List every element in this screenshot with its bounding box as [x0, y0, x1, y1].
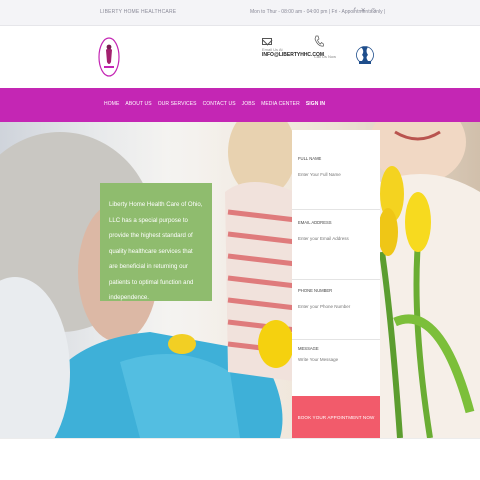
phone-input[interactable] — [298, 304, 378, 309]
full-name-input[interactable] — [298, 172, 378, 177]
twitter-icon[interactable]: ✕ — [361, 7, 366, 15]
message-label: MESSAGE — [298, 346, 319, 351]
envelope-icon — [262, 38, 272, 45]
site-header: Email Us At INFO@LIBERTYHHC.COM Call Us … — [0, 26, 480, 88]
top-brand-name: LIBERTY HOME HEALTHCARE — [100, 9, 177, 15]
phone-icon — [314, 35, 324, 47]
nav-item-about-us[interactable]: ABOUT US — [125, 101, 151, 107]
email-group: EMAIL ADDRESS — [292, 210, 380, 280]
email-address-label: EMAIL ADDRESS — [298, 220, 332, 225]
phone-number-label: PHONE NUMBER — [298, 288, 333, 293]
full-name-label: FULL NAME — [298, 156, 322, 161]
appointment-form: FULL NAME EMAIL ADDRESS PHONE NUMBER MES… — [292, 130, 380, 438]
call-contact[interactable]: Call Us Now — [314, 34, 354, 59]
liberty-logo[interactable] — [98, 36, 120, 78]
nav-item-home[interactable]: HOME — [104, 101, 119, 107]
top-bar: LIBERTY HOME HEALTHCARE Mon to Thur - 08… — [0, 0, 480, 26]
mission-statement-text: Liberty Home Health Care of Ohio, LLC ha… — [109, 201, 203, 301]
instagram-icon[interactable]: ◎ — [371, 7, 376, 15]
main-nav: HOME ABOUT US OUR SERVICES CONTACT US JO… — [0, 88, 480, 122]
email-input[interactable] — [298, 236, 378, 241]
book-appointment-button[interactable]: BOOK YOUR APPOINTMENT NOW — [292, 396, 380, 438]
facebook-icon[interactable]: f — [354, 7, 356, 15]
accreditation-badge — [356, 46, 374, 64]
hero-photo — [0, 122, 480, 438]
nav-item-sign-in[interactable]: SIGN IN — [306, 101, 325, 107]
nav-item-our-services[interactable]: OUR SERVICES — [158, 101, 197, 107]
nav-item-contact-us[interactable]: CONTACT US — [203, 101, 236, 107]
call-label: Call Us Now — [314, 54, 337, 59]
message-group: MESSAGE — [292, 340, 380, 396]
divider — [0, 438, 480, 439]
phone-group: PHONE NUMBER — [292, 280, 380, 340]
email-address-link[interactable]: INFO@LIBERTYHHC.COM — [262, 52, 324, 59]
mission-statement-box: Liberty Home Health Care of Ohio, LLC ha… — [100, 183, 212, 301]
nav-item-jobs[interactable]: JOBS — [242, 101, 255, 107]
nav-item-media-center[interactable]: MEDIA CENTER — [261, 101, 300, 107]
email-contact[interactable]: Email Us At INFO@LIBERTYHHC.COM — [262, 38, 324, 59]
hero-banner: Liberty Home Health Care of Ohio, LLC ha… — [0, 122, 480, 438]
social-links: f ✕ ◎ — [354, 7, 376, 15]
full-name-group: FULL NAME — [292, 148, 380, 210]
message-input[interactable] — [298, 357, 378, 383]
